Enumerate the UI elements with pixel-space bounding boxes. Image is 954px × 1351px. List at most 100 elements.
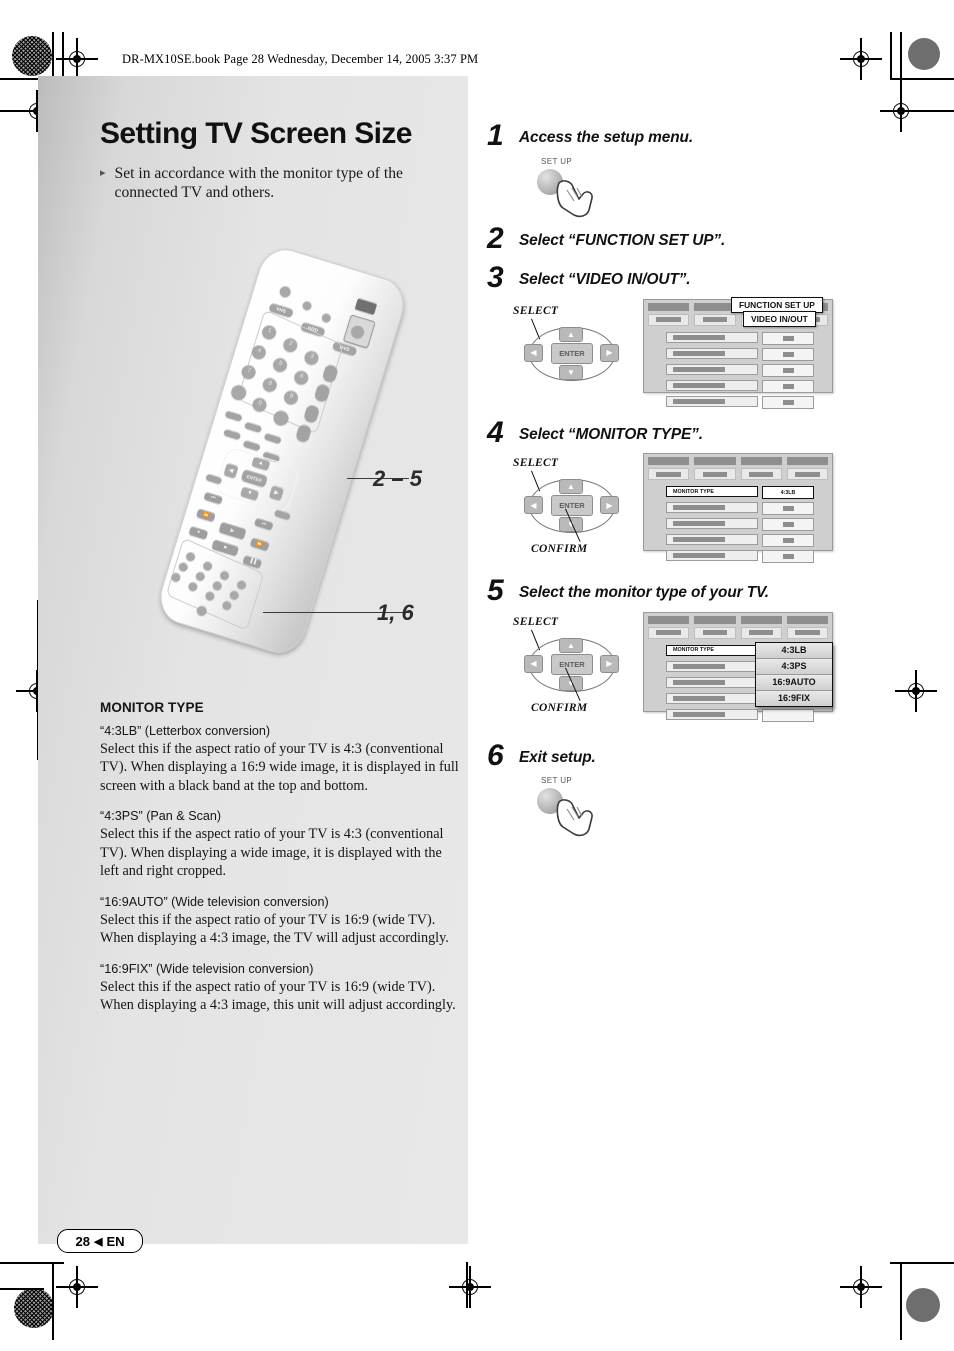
pad-right-arrow: ▶ [600, 654, 619, 673]
monitor-type-heading: MONITOR TYPE [100, 700, 204, 715]
halftone-patch-bottom-right [906, 1288, 940, 1322]
dropdown-option-4-3lb[interactable]: 4:3LB [756, 642, 832, 659]
monitor-type-item: “16:9FIX” (Wide television conversion) S… [100, 962, 460, 1015]
osd-row [666, 395, 814, 409]
setup-button-label: SET UP [541, 776, 573, 785]
select-label: SELECT [513, 304, 559, 317]
monitor-type-description: Select this if the aspect ratio of your … [100, 826, 444, 880]
osd-tab-row-second [648, 626, 828, 639]
osd-subtab [786, 626, 828, 639]
registration-target [449, 1266, 491, 1308]
osd-subtab [694, 313, 736, 326]
crop-line [890, 1262, 954, 1264]
footer-arrow-icon: ◀ [93, 1235, 103, 1248]
registration-target [56, 38, 98, 80]
osd-subtab [740, 626, 782, 639]
osd-subtab [786, 468, 828, 480]
pointing-hand-icon [556, 799, 593, 837]
step-text: Select “MONITOR TYPE”. [519, 425, 703, 443]
direction-pad-graphic: ▲ ◀ ENTER ▶ ▼ [523, 325, 619, 381]
setup-button-graphic: SET UP [537, 157, 917, 219]
page-title: Setting TV Screen Size [100, 117, 413, 150]
osd-subtab [648, 468, 690, 480]
pad-left-arrow: ◀ [524, 654, 543, 673]
footer-language: EN [106, 1233, 125, 1249]
osd-tab [694, 615, 736, 624]
dropdown-option-4-3ps[interactable]: 4:3PS [756, 658, 832, 675]
pad-up-arrow: ▲ [559, 479, 583, 494]
remote-control-body: VHS HDD DVD 1 2 3 4 5 6 7 8 9 0 ▲ ◀ ENTE… [153, 242, 411, 660]
pad-down-arrow: ▼ [559, 364, 583, 380]
pad-left-arrow: ◀ [524, 496, 543, 514]
step-text: Select “FUNCTION SET UP”. [519, 231, 726, 249]
osd-tab [740, 615, 782, 624]
monitor-type-section: MONITOR TYPE “4:3LB” (Letterbox conversi… [100, 700, 460, 1029]
footer-page-number: 28 [75, 1233, 90, 1249]
step-6: 6 Exit setup. SET UP [487, 740, 917, 839]
osd-row-monitor-type: MONITOR TYPE 4:3LB [666, 486, 814, 499]
pad-up-arrow: ▲ [559, 637, 583, 653]
setup-button-label: SET UP [541, 156, 573, 166]
osd-row [666, 708, 814, 722]
monitor-type-dropdown[interactable]: 4:3LB 4:3PS 16:9AUTO 16:9FIX [755, 641, 833, 707]
monitor-type-term: “4:3PS” (Pan & Scan) [100, 809, 222, 824]
dropdown-option-16-9fix[interactable]: 16:9FIX [756, 690, 832, 706]
step-3-diagram: SELECT ▲ ◀ ENTER ▶ ▼ FUNCTION SET UP VID… [487, 296, 917, 409]
select-label: SELECT [513, 615, 559, 628]
osd-row [666, 331, 814, 345]
pad-right-arrow: ▶ [600, 496, 619, 514]
registration-target [56, 1266, 98, 1308]
registration-target [840, 1266, 882, 1308]
osd-tab [694, 302, 736, 311]
crop-line [52, 1262, 54, 1340]
step-1: 1 Access the setup menu. SET UP [487, 119, 917, 219]
osd-tab [786, 615, 828, 624]
osd-row [666, 379, 814, 393]
osd-row [666, 550, 814, 563]
step-text: Exit setup. [519, 748, 596, 766]
monitor-type-item: “4:3PS” (Pan & Scan) Select this if the … [100, 809, 460, 880]
steps-column: 1 Access the setup menu. SET UP 2 Select… [487, 119, 917, 840]
osd-row [666, 347, 814, 361]
pad-enter-button: ENTER [551, 653, 593, 675]
osd-label-monitor-type: MONITOR TYPE [666, 486, 758, 497]
registration-target [840, 38, 882, 80]
remote-control-illustration: VHS HDD DVD 1 2 3 4 5 6 7 8 9 0 ▲ ◀ ENTE… [95, 242, 475, 670]
monitor-type-item: “16:9AUTO” (Wide television conversion) … [100, 895, 460, 948]
confirm-label: CONFIRM [531, 543, 588, 555]
pad-enter-button: ENTER [551, 495, 593, 516]
osd-tab [648, 457, 690, 465]
osd-row [666, 502, 814, 515]
monitor-type-description: Select this if the aspect ratio of your … [100, 741, 459, 794]
setup-button-graphic: SET UP [537, 776, 917, 838]
monitor-type-item: “4:3LB” (Letterbox conversion) Select th… [100, 724, 460, 795]
page-lead: ▸ Set in accordance with the monitor typ… [100, 164, 468, 204]
osd-row-list: MONITOR TYPE 4:3LB [666, 486, 814, 566]
step-number: 5 [487, 574, 504, 607]
osd-tab-row-top [648, 457, 828, 465]
running-head: DR-MX10SE.book Page 28 Wednesday, Decemb… [122, 52, 479, 66]
monitor-type-term: “16:9FIX” (Wide television conversion) [100, 961, 314, 976]
halftone-patch-top-left [12, 36, 52, 76]
osd-tab [694, 457, 736, 465]
step-2: 2 Select “FUNCTION SET UP”. [487, 223, 917, 254]
osd-tab [786, 457, 828, 465]
osd-value-monitor-type: 4:3LB [762, 486, 814, 499]
osd-tab-row-second [648, 468, 828, 480]
step-4-diagram: SELECT ▲ ◀ ENTER ▶ ▼ CONFIRM [487, 451, 917, 569]
crop-line [0, 1288, 44, 1290]
pointing-hand-icon [556, 179, 593, 217]
osd-tab [648, 302, 690, 311]
osd-row [666, 363, 814, 377]
crop-line [900, 1262, 902, 1340]
step-number: 3 [487, 261, 504, 294]
step-3: 3 Select “VIDEO IN/OUT”. SELECT ▲ ◀ ENTE… [487, 261, 917, 409]
halftone-patch-bottom-left [14, 1288, 54, 1328]
osd-row [666, 534, 814, 547]
osd-subtab [648, 626, 690, 639]
step-text: Select the monitor type of your TV. [519, 584, 769, 601]
dropdown-option-16-9auto[interactable]: 16:9AUTO [756, 674, 832, 691]
page-lead-text: Set in accordance with the monitor type … [114, 164, 403, 202]
step-number: 1 [487, 119, 504, 152]
step-text: Select “VIDEO IN/OUT”. [519, 271, 691, 288]
